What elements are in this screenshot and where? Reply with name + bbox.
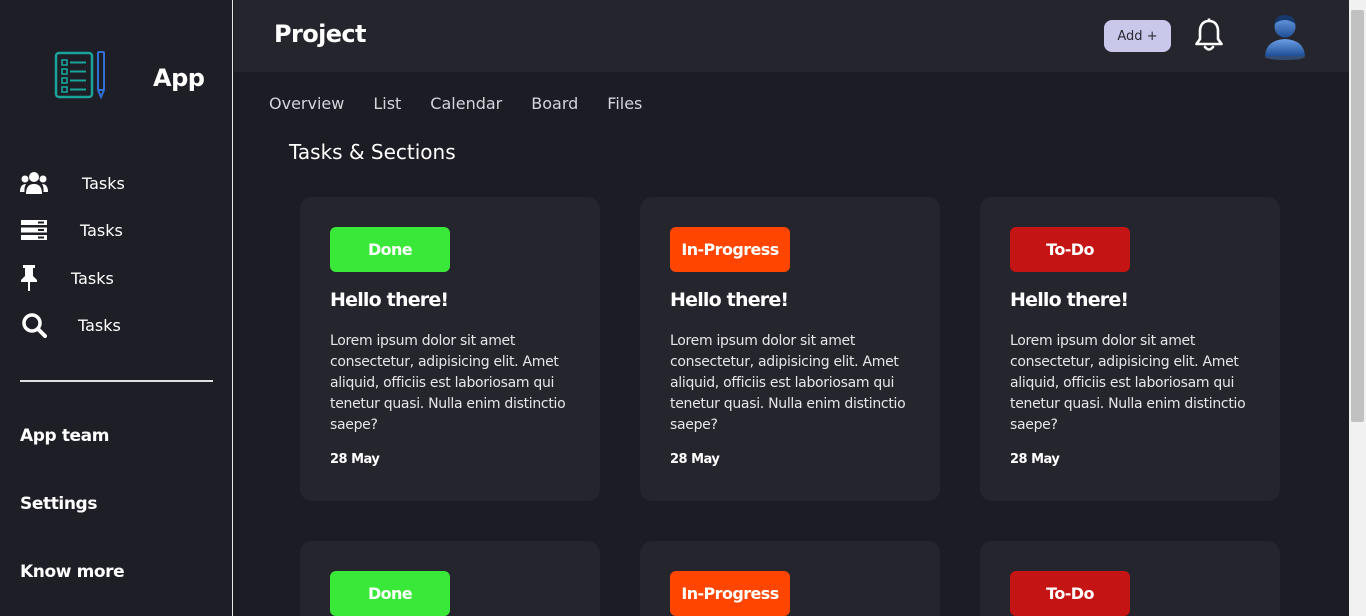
sidebar-divider xyxy=(20,380,213,382)
app-team-link[interactable]: App team xyxy=(20,426,109,446)
status-badge-in-progress[interactable]: In-Progress xyxy=(670,227,790,272)
users-icon xyxy=(20,169,48,197)
page-scrollbar[interactable] xyxy=(1349,0,1366,616)
add-button[interactable]: Add + xyxy=(1104,20,1171,52)
status-badge-done[interactable]: Done xyxy=(330,571,450,616)
sidebar-item-tasks-team[interactable]: Tasks xyxy=(20,169,125,197)
task-card[interactable]: In-Progress xyxy=(640,541,940,616)
status-badge-todo[interactable]: To-Do xyxy=(1010,227,1130,272)
tab-board[interactable]: Board xyxy=(531,94,578,113)
page-title: Project xyxy=(274,20,367,48)
status-badge-in-progress[interactable]: In-Progress xyxy=(670,571,790,616)
sidebar-item-label: Tasks xyxy=(78,315,121,335)
sidebar: App Tasks Tasks Tasks Tasks App team Set… xyxy=(0,0,233,616)
task-card[interactable]: Done Hello there! Lorem ipsum dolor sit … xyxy=(300,197,600,501)
know-more-link[interactable]: Know more xyxy=(20,562,125,582)
sidebar-item-label: Tasks xyxy=(82,173,125,193)
card-description: Lorem ipsum dolor sit amet consectetur, … xyxy=(1010,333,1246,433)
card-title: Hello there! xyxy=(1010,289,1129,311)
task-card[interactable]: To-Do xyxy=(980,541,1280,616)
card-date: 28 May xyxy=(1010,452,1060,467)
task-card[interactable]: To-Do Hello there! Lorem ipsum dolor sit… xyxy=(980,197,1280,501)
tab-calendar[interactable]: Calendar xyxy=(430,94,502,113)
scrollbar-thumb[interactable] xyxy=(1351,10,1364,422)
card-date: 28 May xyxy=(330,452,380,467)
server-icon xyxy=(20,216,48,244)
pin-icon xyxy=(20,264,48,292)
sidebar-item-tasks-pinned[interactable]: Tasks xyxy=(20,264,114,292)
card-description: Lorem ipsum dolor sit amet consectetur, … xyxy=(330,333,566,433)
tab-list[interactable]: List xyxy=(373,94,401,113)
sidebar-item-tasks-search[interactable]: Tasks xyxy=(20,311,121,339)
sidebar-item-tasks-list[interactable]: Tasks xyxy=(20,216,123,244)
avatar[interactable] xyxy=(1262,12,1308,60)
sidebar-item-label: Tasks xyxy=(80,220,123,240)
status-badge-done[interactable]: Done xyxy=(330,227,450,272)
tab-files[interactable]: Files xyxy=(607,94,642,113)
section-title: Tasks & Sections xyxy=(289,140,456,164)
tab-overview[interactable]: Overview xyxy=(269,94,344,113)
bell-icon[interactable] xyxy=(1194,18,1224,52)
sidebar-item-label: Tasks xyxy=(71,268,114,288)
task-card[interactable]: In-Progress Hello there! Lorem ipsum dol… xyxy=(640,197,940,501)
card-title: Hello there! xyxy=(670,289,789,311)
card-description: Lorem ipsum dolor sit amet consectetur, … xyxy=(670,333,906,433)
settings-link[interactable]: Settings xyxy=(20,494,97,514)
card-date: 28 May xyxy=(670,452,720,467)
app-name: App xyxy=(153,64,205,92)
search-icon xyxy=(20,311,48,339)
card-title: Hello there! xyxy=(330,289,449,311)
project-tabs: Overview List Calendar Board Files xyxy=(269,94,671,113)
top-header: Project Add + xyxy=(234,0,1349,72)
task-card[interactable]: Done xyxy=(300,541,600,616)
status-badge-todo[interactable]: To-Do xyxy=(1010,571,1130,616)
app-logo-icon xyxy=(54,50,108,100)
